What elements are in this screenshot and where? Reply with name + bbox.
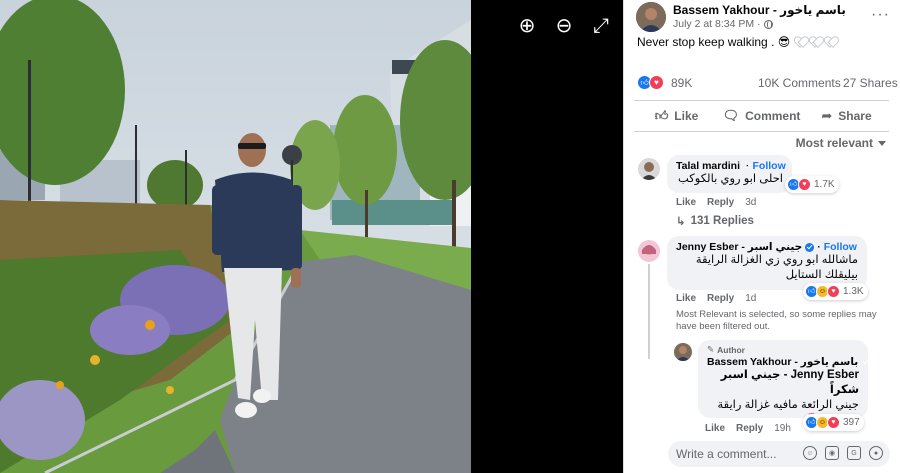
- follow-button[interactable]: Follow: [824, 241, 857, 253]
- love-reaction-icon: ♥: [798, 178, 811, 191]
- commenter-avatar[interactable]: [638, 158, 660, 180]
- comment-text: ماشالله ابو روي زي الغزالة الرايقة: [695, 254, 858, 266]
- comment-reactions[interactable]: 👍︎ ♥ 1.7K: [785, 176, 839, 193]
- commenter-avatar[interactable]: [638, 240, 660, 262]
- commenter-avatar-graphic: [638, 158, 660, 180]
- comment-bubble: Talal mardini · Follow احلى ابو روي بالك…: [667, 155, 792, 193]
- commenter-name[interactable]: Talal mardini: [676, 160, 740, 172]
- love-reaction-icon: ♥: [827, 416, 840, 429]
- composer-icons: ☺ ◉ G ●: [803, 446, 883, 460]
- reply-like-link[interactable]: Like: [705, 423, 725, 434]
- comment-like-link[interactable]: Like: [676, 197, 696, 208]
- comment-bubble: Jenny Esber - جيني اسبر · Follow ماشالله…: [667, 236, 867, 290]
- comment-sort-dropdown[interactable]: Most relevant: [796, 136, 886, 150]
- author-avatar-graphic: [636, 2, 666, 32]
- post-meta: July 2 at 8:34 PM ·: [673, 18, 773, 30]
- fullscreen-icon[interactable]: ⤢: [589, 14, 613, 38]
- reply-reaction-count: 397: [843, 417, 860, 428]
- white-heart-icon: [795, 37, 806, 47]
- reaction-count[interactable]: 89K: [671, 76, 692, 90]
- comment-reply-link[interactable]: Reply: [707, 197, 734, 208]
- white-heart-icon: [825, 37, 836, 47]
- comment-author: Jenny Esber - جيني اسبر · Follow: [676, 241, 857, 253]
- sticker-icon[interactable]: ●: [869, 446, 883, 460]
- reply-author-name[interactable]: Bassem Yakhour - باسم ياخور: [707, 356, 858, 368]
- post-timestamp[interactable]: July 2 at 8:34 PM ·: [673, 18, 761, 30]
- reply-reply-link[interactable]: Reply: [736, 423, 763, 434]
- share-button[interactable]: ➦ Share: [804, 101, 889, 131]
- reply-time[interactable]: 19h: [774, 423, 791, 434]
- comment-like-link[interactable]: Like: [676, 293, 696, 304]
- comment-input[interactable]: [676, 447, 786, 461]
- love-reaction-icon: ♥: [649, 75, 664, 90]
- globe-icon: [763, 19, 773, 29]
- post-photo[interactable]: [0, 0, 471, 473]
- reply-author-avatar[interactable]: [674, 343, 692, 361]
- commenter-avatar-graphic: [638, 240, 660, 262]
- post-panel: Bassem Yakhour - باسم ياخور July 2 at 8:…: [623, 0, 900, 473]
- comment-bubble-icon: 🗨︎: [722, 108, 740, 123]
- like-label: Like: [674, 109, 699, 123]
- photo-viewer: ⊕ ⊖ ⤢: [0, 0, 623, 473]
- comment-composer: ☺ ◉ G ●: [668, 441, 890, 467]
- emoji-icon[interactable]: ☺: [803, 446, 817, 460]
- reaction-icons[interactable]: 👍︎ ♥: [637, 75, 664, 90]
- thumbs-up-icon: 👍︎: [654, 108, 669, 123]
- replies-count: 131 Replies: [690, 215, 754, 227]
- post-header: Bassem Yakhour - باسم ياخور July 2 at 8:…: [636, 2, 894, 32]
- author-avatar[interactable]: [636, 2, 666, 32]
- love-reaction-icon: ♥: [827, 285, 840, 298]
- reply-arrow-icon: ↳: [676, 216, 686, 228]
- pencil-icon: ✎: [707, 344, 715, 354]
- reply-text-line: Jenny Esber - جيني اسبر شكراً: [720, 369, 859, 396]
- filter-note: Most Relevant is selected, so some repli…: [676, 309, 877, 332]
- author-tag: ✎ Author: [707, 344, 859, 355]
- comment-actions: Like Reply 3d: [676, 197, 756, 208]
- white-heart-icon: [810, 37, 821, 47]
- comment-author: Talal mardini · Follow: [676, 160, 786, 172]
- more-options-icon[interactable]: ···: [871, 6, 890, 24]
- zoom-in-icon[interactable]: ⊕: [515, 14, 539, 38]
- post-action-bar: 👍︎ Like 🗨︎ Comment ➦ Share: [634, 100, 889, 132]
- share-label: Share: [838, 109, 872, 123]
- comment-label: Comment: [745, 109, 801, 123]
- comment-text: بيليقلك الستايل: [785, 269, 858, 281]
- camera-icon[interactable]: ◉: [825, 446, 839, 460]
- comment-reply-link[interactable]: Reply: [707, 293, 734, 304]
- follow-button[interactable]: Follow: [753, 160, 786, 172]
- share-count[interactable]: 27 Shares: [843, 76, 898, 90]
- caret-down-icon: [878, 140, 886, 146]
- comment-time[interactable]: 1d: [745, 293, 756, 304]
- author-tag-label: Author: [717, 344, 745, 355]
- reply-bubble: ✎ Author Bassem Yakhour - باسم ياخور Jen…: [698, 340, 868, 426]
- post-author-name[interactable]: Bassem Yakhour - باسم ياخور: [673, 3, 846, 17]
- gif-icon[interactable]: G: [847, 446, 861, 460]
- reply-author: Bassem Yakhour - باسم ياخور: [707, 356, 859, 368]
- reply-text-line: جيني الرائعة مافيه غزالة رايقة: [717, 399, 859, 411]
- comment-text: احلى ابو روي بالكوكب: [678, 173, 783, 185]
- comment-button[interactable]: 🗨︎ Comment: [719, 101, 804, 131]
- reply-actions: Like Reply 19h: [705, 423, 791, 434]
- comment-actions: Like Reply 1d: [676, 293, 756, 304]
- commenter-name[interactable]: Jenny Esber - جيني اسبر: [676, 241, 802, 253]
- photo-scene-graphic: [0, 0, 471, 473]
- comment-reaction-count: 1.3K: [843, 286, 864, 297]
- like-button[interactable]: 👍︎ Like: [634, 101, 719, 131]
- caption-text: Never stop keep walking . 😎: [637, 35, 791, 49]
- reply-avatar-graphic: [674, 343, 692, 361]
- post-caption: Never stop keep walking . 😎: [637, 35, 836, 49]
- comment-reactions[interactable]: 👍︎ ☺ ♥ 1.3K: [803, 283, 868, 300]
- verified-badge-icon: [805, 242, 815, 252]
- post-stats: 👍︎ ♥ 89K 10K Comments 27 Shares: [637, 74, 898, 92]
- comment-count[interactable]: 10K Comments: [758, 76, 841, 90]
- reply-reactions[interactable]: 👍︎ ☺ ♥ 397: [803, 414, 864, 431]
- comment-time[interactable]: 3d: [745, 197, 756, 208]
- share-arrow-icon: ➦: [821, 108, 833, 123]
- zoom-out-icon[interactable]: ⊖: [552, 14, 576, 38]
- sort-label: Most relevant: [795, 136, 873, 150]
- view-replies-link[interactable]: ↳ 131 Replies: [676, 214, 754, 228]
- thread-line: [648, 264, 650, 359]
- comment-reaction-count: 1.7K: [814, 179, 835, 190]
